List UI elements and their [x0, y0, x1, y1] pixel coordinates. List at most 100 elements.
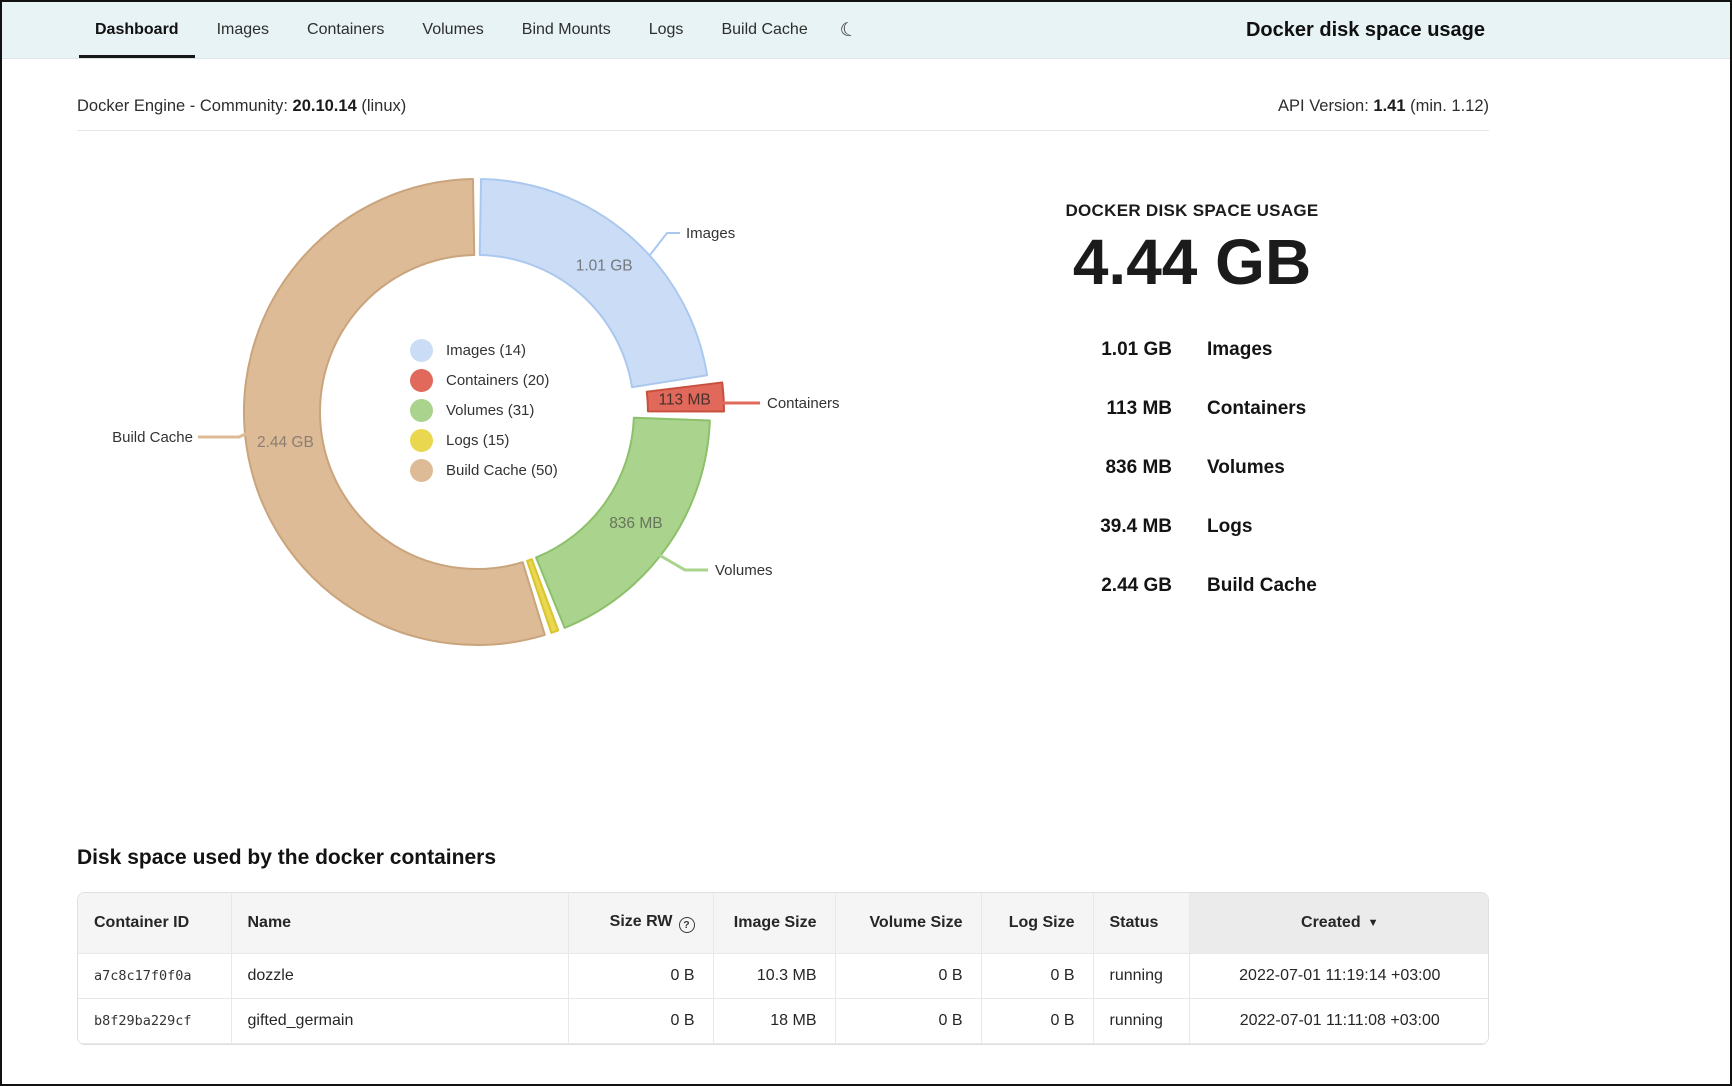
cell-size-rw: 0 B — [568, 998, 713, 1043]
summary-label: Images — [1207, 339, 1422, 361]
cell-name: gifted_germain — [231, 998, 568, 1043]
summary-row: 39.4 MB Logs — [962, 497, 1422, 556]
summary-heading: DOCKER DISK SPACE USAGE — [962, 201, 1422, 221]
container-row: b8f29ba229cf gifted_germain 0 B 18 MB 0 … — [78, 998, 1489, 1043]
cell-image-size: 10.3 MB — [713, 953, 835, 998]
col-image-size[interactable]: Image Size — [713, 893, 835, 953]
cell-name: dozzle — [231, 953, 568, 998]
summary-panel: DOCKER DISK SPACE USAGE 4.44 GB 1.01 GB … — [962, 201, 1422, 615]
tab-volumes[interactable]: Volumes — [406, 2, 499, 58]
summary-label: Containers — [1207, 398, 1422, 420]
summary-label: Volumes — [1207, 457, 1422, 479]
summary-label: Logs — [1207, 516, 1422, 538]
legend-item-label: Containers (20) — [446, 372, 549, 389]
slice-size-label: 113 MB — [658, 391, 710, 408]
cell-log-size: 0 B — [981, 998, 1093, 1043]
legend-item[interactable]: Containers (20) — [410, 365, 558, 395]
legend-item[interactable]: Images (14) — [410, 335, 558, 365]
engine-label: Docker Engine - Community: — [77, 97, 288, 115]
callout-label-images: Images — [686, 225, 735, 242]
cell-status: running — [1093, 953, 1189, 998]
cell-container-id: b8f29ba229cf — [78, 998, 231, 1043]
col-log-size[interactable]: Log Size — [981, 893, 1093, 953]
summary-total: 4.44 GB — [962, 229, 1422, 296]
containers-table-heading: Disk space used by the docker containers — [77, 846, 1489, 870]
disk-usage-chart-section: 1.01 GB 113 MB 836 MB 2.44 GB Images Contai… — [77, 131, 1489, 666]
table-header-row: Container ID Name Size RW? Image Size Vo… — [78, 893, 1489, 953]
container-row: a7c8c17f0f0a dozzle 0 B 10.3 MB 0 B 0 B … — [78, 953, 1489, 998]
cell-size-rw: 0 B — [568, 953, 713, 998]
col-name[interactable]: Name — [231, 893, 568, 953]
slice-size-label: 836 MB — [609, 515, 662, 532]
legend-color-dot — [410, 339, 433, 362]
tab-containers[interactable]: Containers — [291, 2, 400, 58]
api-min-version: (min. 1.12) — [1410, 97, 1489, 115]
legend-item-label: Build Cache (50) — [446, 462, 558, 479]
tab-build-cache[interactable]: Build Cache — [705, 2, 823, 58]
legend-item[interactable]: Logs (15) — [410, 425, 558, 455]
api-label: API Version: — [1278, 97, 1369, 115]
col-created[interactable]: Created ▼ — [1189, 893, 1489, 953]
callout-label-containers: Containers — [767, 395, 840, 412]
summary-size: 113 MB — [962, 398, 1172, 420]
theme-toggle-button[interactable]: ☾ — [824, 2, 873, 58]
cell-container-id: a7c8c17f0f0a — [78, 953, 231, 998]
cell-log-size: 0 B — [981, 953, 1093, 998]
legend-item-label: Images (14) — [446, 342, 526, 359]
containers-table: Container ID Name Size RW? Image Size Vo… — [77, 892, 1489, 1045]
callout-label-build-cache: Build Cache — [112, 429, 193, 446]
tab-bind-mounts[interactable]: Bind Mounts — [506, 2, 627, 58]
summary-label: Build Cache — [1207, 575, 1422, 597]
nav-tabs: Dashboard Images Containers Volumes Bind… — [79, 2, 824, 58]
slice-size-label: 1.01 GB — [576, 258, 633, 275]
cell-status: running — [1093, 998, 1189, 1043]
legend-item[interactable]: Build Cache (50) — [410, 455, 558, 485]
cell-created: 2022-07-01 11:11:08 +03:00 — [1189, 998, 1489, 1043]
chart-legend: Images (14) Containers (20) Volumes (31)… — [410, 335, 558, 485]
summary-rows: 1.01 GB Images 113 MB Containers 836 MB … — [962, 320, 1422, 615]
summary-row: 1.01 GB Images — [962, 320, 1422, 379]
legend-color-dot — [410, 369, 433, 392]
cell-created: 2022-07-01 11:19:14 +03:00 — [1189, 953, 1489, 998]
col-size-rw[interactable]: Size RW? — [568, 893, 713, 953]
summary-row: 2.44 GB Build Cache — [962, 556, 1422, 615]
col-container-id[interactable]: Container ID — [78, 893, 231, 953]
tab-logs[interactable]: Logs — [633, 2, 700, 58]
top-nav: Dashboard Images Containers Volumes Bind… — [2, 2, 1730, 59]
help-icon[interactable]: ? — [679, 917, 695, 933]
legend-color-dot — [410, 459, 433, 482]
cell-image-size: 18 MB — [713, 998, 835, 1043]
engine-info: Docker Engine - Community: 20.10.14 (lin… — [77, 97, 406, 116]
sort-desc-icon: ▼ — [1368, 917, 1379, 929]
api-version-info: API Version: 1.41 (min. 1.12) — [1278, 97, 1489, 116]
col-created-label: Created — [1301, 914, 1361, 931]
main-content: Docker Engine - Community: 20.10.14 (lin… — [77, 59, 1489, 1045]
tab-images[interactable]: Images — [201, 2, 285, 58]
tab-dashboard[interactable]: Dashboard — [79, 2, 195, 58]
callout-label-volumes: Volumes — [715, 562, 773, 579]
col-size-rw-label: Size RW — [610, 913, 673, 930]
app-title: Docker disk space usage — [1246, 2, 1485, 58]
engine-version: 20.10.14 — [293, 97, 357, 115]
engine-platform: (linux) — [361, 97, 406, 115]
legend-item-label: Volumes (31) — [446, 402, 534, 419]
summary-size: 39.4 MB — [962, 516, 1172, 538]
summary-size: 1.01 GB — [962, 339, 1172, 361]
slice-size-label: 2.44 GB — [257, 434, 314, 451]
legend-color-dot — [410, 399, 433, 422]
col-volume-size[interactable]: Volume Size — [835, 893, 981, 953]
callout-line-images — [650, 233, 680, 255]
summary-size: 836 MB — [962, 457, 1172, 479]
summary-row: 113 MB Containers — [962, 379, 1422, 438]
docker-disk-usage-app: { "app": { "title": "Docker disk space u… — [0, 0, 1732, 1086]
cell-volume-size: 0 B — [835, 953, 981, 998]
moon-icon: ☾ — [837, 17, 859, 43]
col-status[interactable]: Status — [1093, 893, 1189, 953]
api-version: 1.41 — [1373, 97, 1405, 115]
summary-size: 2.44 GB — [962, 575, 1172, 597]
summary-row: 836 MB Volumes — [962, 438, 1422, 497]
legend-item[interactable]: Volumes (31) — [410, 395, 558, 425]
cell-volume-size: 0 B — [835, 998, 981, 1043]
legend-item-label: Logs (15) — [446, 432, 509, 449]
engine-info-row: Docker Engine - Community: 20.10.14 (lin… — [77, 59, 1489, 116]
